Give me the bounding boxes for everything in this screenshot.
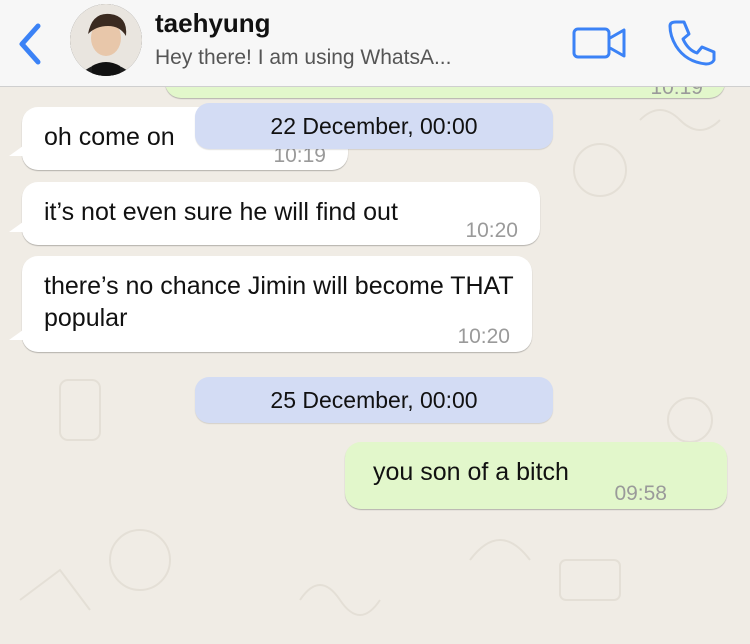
contact-status[interactable]: Hey there! I am using WhatsA... <box>155 46 451 70</box>
video-camera-icon <box>572 27 626 59</box>
message-incoming[interactable]: it’s not even sure he will find out 10:2… <box>22 182 540 245</box>
message-outgoing[interactable]: you son of a bitch 09:58 <box>345 442 727 509</box>
message-time: 09:58 <box>614 482 667 505</box>
message-text: you son of a bitch <box>373 458 569 486</box>
back-button[interactable] <box>14 22 48 66</box>
message-incoming[interactable]: there’s no chance Jimin will become THAT… <box>22 256 532 352</box>
message-text: oh come on <box>44 123 175 151</box>
phone-icon <box>668 20 716 66</box>
message-text: there’s no chance Jimin will become THAT… <box>44 272 514 332</box>
message-time: 10:20 <box>465 219 518 242</box>
bubble-tail <box>9 222 23 232</box>
video-call-button[interactable] <box>572 24 628 62</box>
contact-name[interactable]: taehyung <box>155 8 271 39</box>
bubble-tail <box>9 146 23 156</box>
chevron-left-icon <box>19 23 41 65</box>
chat-header: taehyung Hey there! I am using WhatsA... <box>0 0 750 87</box>
date-separator: 25 December, 00:00 <box>195 377 553 423</box>
voice-call-button[interactable] <box>664 16 718 70</box>
message-text: it’s not even sure he will find out <box>44 198 398 226</box>
contact-photo <box>70 4 142 76</box>
message-time: 10:20 <box>457 325 510 348</box>
bubble-tail <box>9 330 23 340</box>
avatar[interactable] <box>70 4 142 76</box>
date-separator: 22 December, 00:00 <box>195 103 553 149</box>
